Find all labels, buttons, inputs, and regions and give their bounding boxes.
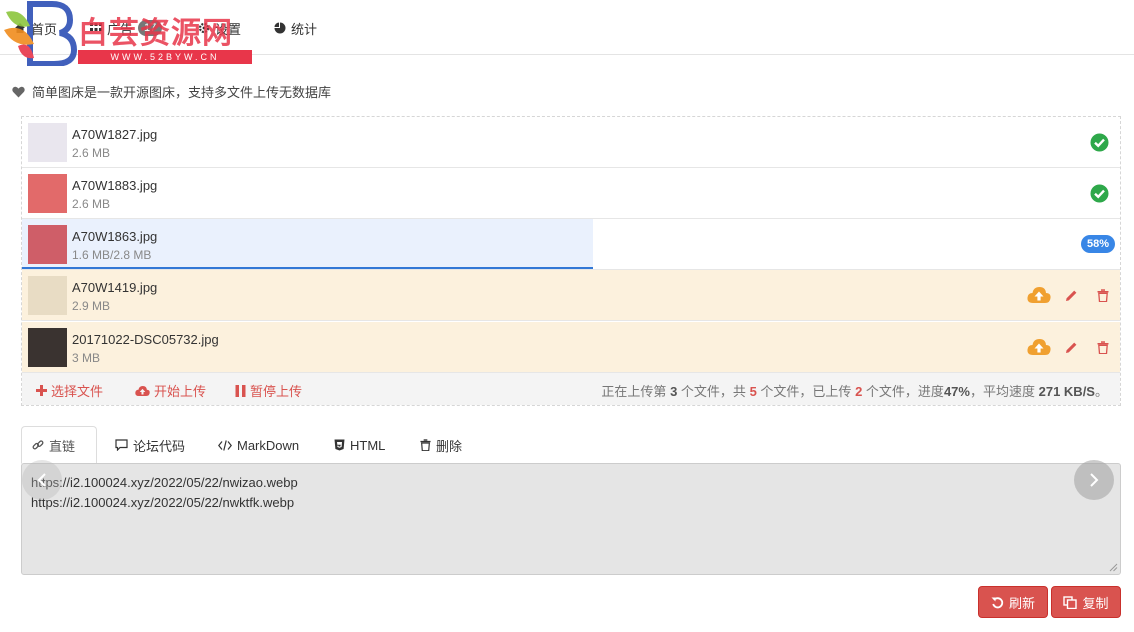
trash-icon xyxy=(420,439,431,451)
undo-icon xyxy=(991,596,1004,608)
stats-uploaded-count: 2 xyxy=(855,384,863,399)
file-row[interactable]: 20171022-DSC05732.jpg 3 MB xyxy=(22,322,1120,373)
stats-progress: 47% xyxy=(943,384,970,399)
intro-text: 简单图床是一款开源图床，支持多文件上传无数据库 xyxy=(32,85,332,100)
check-circle-icon xyxy=(1090,133,1109,152)
upload-stats: 正在上传第 3 个文件，共 5 个文件，已上传 2 个文件，进度47%，平均速度… xyxy=(601,381,1108,400)
output-line: https://i2.100024.xyz/2022/05/22/nwizao.… xyxy=(31,475,298,490)
stats-text: 正在上传第 xyxy=(601,384,667,399)
start-upload-label: 开始上传 xyxy=(154,384,207,399)
file-name: 20171022-DSC05732.jpg xyxy=(72,332,219,347)
tab-label: HTML xyxy=(350,437,386,453)
file-thumbnail xyxy=(28,328,67,367)
file-row[interactable]: A70W1863.jpg 1.6 MB/2.8 MB 58% xyxy=(22,219,1120,270)
cloud-upload-icon xyxy=(1027,287,1051,303)
resize-grip-icon[interactable] xyxy=(1109,563,1118,572)
file-size: 2.6 MB xyxy=(72,146,111,160)
file-size: 2.6 MB xyxy=(72,197,111,211)
intro-line: 简单图床是一款开源图床，支持多文件上传无数据库 xyxy=(12,82,331,101)
tab-markdown[interactable]: MarkDown xyxy=(208,426,309,464)
file-row[interactable]: A70W1883.jpg 2.6 MB xyxy=(22,168,1120,219)
chevron-right-icon xyxy=(1090,473,1099,487)
start-upload-button[interactable]: 开始上传 xyxy=(135,381,206,400)
pie-chart-icon xyxy=(274,22,286,34)
tab-label: 直链 xyxy=(49,438,76,454)
tab-direct-link[interactable]: 直链 xyxy=(21,426,97,464)
link-output-textarea[interactable]: https://i2.100024.xyz/2022/05/22/nwizao.… xyxy=(21,463,1121,575)
chevron-left-icon xyxy=(37,473,46,487)
rename-file-button[interactable] xyxy=(1060,284,1082,306)
file-thumbnail xyxy=(28,174,67,213)
upload-file-list: A70W1827.jpg 2.6 MB A70W1883.jpg 2.6 MB … xyxy=(21,116,1121,406)
link-icon xyxy=(32,440,44,450)
tab-forum-code[interactable]: 论坛代码 xyxy=(105,426,195,464)
heart-icon xyxy=(12,86,25,97)
comment-icon xyxy=(115,439,128,451)
stats-speed: 271 KB/S xyxy=(1038,384,1095,399)
cloud-upload-icon xyxy=(135,385,150,396)
nav-stats[interactable]: 统计 xyxy=(274,17,317,39)
stats-text: 个文件，共 xyxy=(680,384,746,399)
remove-file-button[interactable] xyxy=(1092,284,1114,306)
next-arrow-button[interactable] xyxy=(1074,460,1114,500)
refresh-label: 刷新 xyxy=(1008,595,1035,611)
upload-toolbar: 选择文件 开始上传 暂停上传 正在上传第 3 个文件，共 5 个文件，已上传 2… xyxy=(22,373,1120,405)
tab-label: 删除 xyxy=(436,438,463,454)
file-row[interactable]: A70W1827.jpg 2.6 MB xyxy=(22,117,1120,168)
rename-file-button[interactable] xyxy=(1060,336,1082,358)
plus-icon xyxy=(36,385,47,396)
refresh-button[interactable]: 刷新 xyxy=(978,586,1048,618)
file-thumbnail xyxy=(28,225,67,264)
file-thumbnail xyxy=(28,276,67,315)
remove-file-button[interactable] xyxy=(1092,336,1114,358)
logo-mark-icon xyxy=(4,0,78,66)
watermark-subtitle: WWW.52BYW.CN xyxy=(78,50,252,64)
upload-file-button[interactable] xyxy=(1026,284,1052,306)
file-row[interactable]: A70W1419.jpg 2.9 MB xyxy=(22,270,1120,321)
pencil-icon xyxy=(1065,290,1076,301)
file-size: 3 MB xyxy=(72,351,101,365)
tab-label: 论坛代码 xyxy=(133,438,186,454)
upload-percent-badge: 58% xyxy=(1080,235,1115,253)
link-format-tabs: 直链 论坛代码 MarkDown HTML 删除 xyxy=(21,426,1121,464)
stats-current-index: 3 xyxy=(670,384,678,399)
tab-label: MarkDown xyxy=(237,437,300,453)
pause-upload-button[interactable]: 暂停上传 xyxy=(235,381,302,400)
code-icon xyxy=(218,439,232,451)
tab-html[interactable]: HTML xyxy=(324,426,395,464)
file-name: A70W1827.jpg xyxy=(72,127,158,142)
pencil-icon xyxy=(1065,342,1076,353)
cloud-upload-icon xyxy=(1027,339,1051,355)
nav-stats-label: 统计 xyxy=(291,21,318,37)
stats-text: 。 xyxy=(1094,384,1108,399)
trash-icon xyxy=(1097,340,1109,354)
previous-arrow-button[interactable] xyxy=(22,460,62,500)
html5-icon xyxy=(334,439,345,451)
stats-total-count: 5 xyxy=(749,384,757,399)
copy-label: 复制 xyxy=(1082,595,1109,611)
trash-icon xyxy=(1097,288,1109,302)
pause-icon xyxy=(235,384,246,397)
watermark-title: 白芸资源网 xyxy=(78,16,233,51)
stats-text: 个文件，已上传 xyxy=(760,384,852,399)
file-thumbnail xyxy=(28,123,67,162)
output-line: https://i2.100024.xyz/2022/05/22/nwktfk.… xyxy=(31,495,295,510)
file-size: 2.9 MB xyxy=(72,299,111,313)
stats-text: 个文件，进度 xyxy=(865,384,944,399)
file-name: A70W1419.jpg xyxy=(72,280,158,295)
upload-file-button[interactable] xyxy=(1026,336,1052,358)
file-name: A70W1883.jpg xyxy=(72,178,158,193)
file-name: A70W1863.jpg xyxy=(72,229,158,244)
file-size: 1.6 MB/2.8 MB xyxy=(72,248,152,262)
pause-upload-label: 暂停上传 xyxy=(250,384,303,399)
copy-icon xyxy=(1063,595,1078,609)
tab-delete[interactable]: 删除 xyxy=(410,426,472,464)
check-circle-icon xyxy=(1090,184,1109,203)
copy-button[interactable]: 复制 xyxy=(1051,586,1121,618)
choose-file-button[interactable]: 选择文件 xyxy=(36,381,103,400)
stats-text: ，平均速度 xyxy=(969,384,1035,399)
choose-file-label: 选择文件 xyxy=(51,384,104,399)
watermark-logo: 白芸资源网 WWW.52BYW.CN xyxy=(0,0,252,70)
